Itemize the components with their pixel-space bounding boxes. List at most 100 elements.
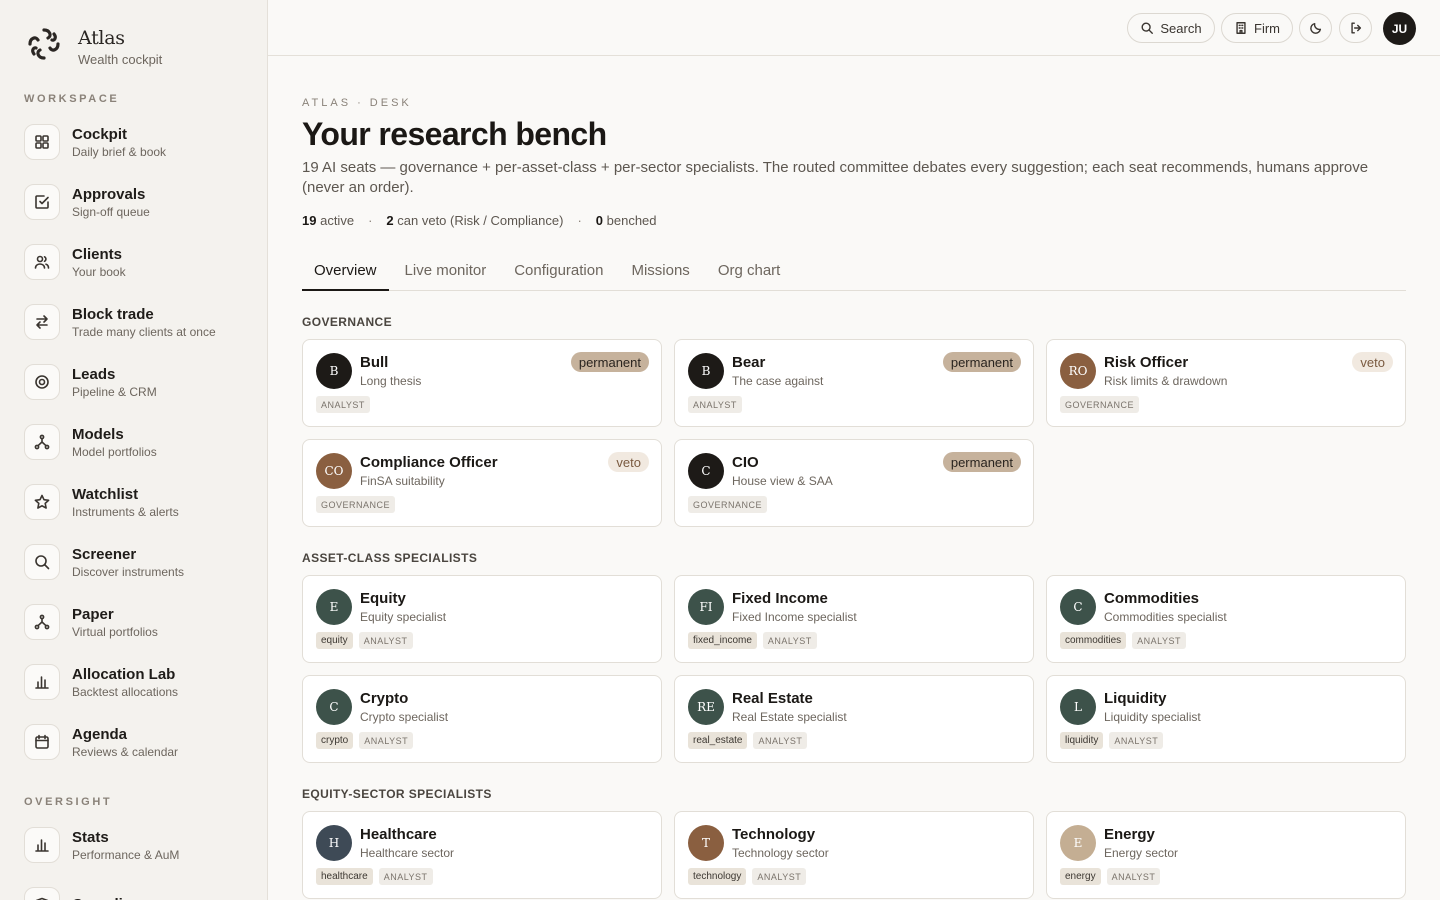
asset-class-tag: real_estate [688,732,748,749]
sidebar-item-screener[interactable]: Screener Discover instruments [24,538,254,586]
seat-avatar: E [1060,825,1096,861]
sidebar-item-leads[interactable]: Leads Pipeline & CRM [24,358,254,406]
sidebar-item-title: Screener [72,545,137,563]
sidebar-item-subtitle: Backtest allocations [72,684,179,699]
star-icon [24,484,60,520]
sidebar-item-subtitle: Reviews & calendar [72,744,179,759]
asset-class-tag: technology [688,868,747,885]
seat-tags: GOVERNANCE [1060,396,1145,413]
seat-avatar: C [316,689,352,725]
role-tag: ANALYST [1106,868,1161,885]
seat-avatar: E [316,589,352,625]
seat-description: Liquidity specialist [1104,710,1201,724]
seat-card-bear[interactable]: B Bear The case against permanent ANALYST [674,339,1034,427]
seat-tags: GOVERNANCE [316,496,401,513]
active-count: 19 [302,213,317,228]
seat-card-healthcare[interactable]: H Healthcare Healthcare sector healthcare AN… [302,811,662,899]
brand[interactable]: Atlas Wealth cockpit [26,26,162,67]
firm-button[interactable]: Firm [1221,13,1293,43]
seat-description: Real Estate specialist [732,710,847,724]
seat-card-crypto[interactable]: C Crypto Crypto specialist crypto ANALYST [302,675,662,763]
tab-live-monitor[interactable]: Live monitor [393,252,499,291]
seat-tags: liquidity ANALYST [1060,732,1169,749]
sidebar-item-subtitle: Pipeline & CRM [72,384,157,399]
sidebar: Atlas Wealth cockpit WORKSPACE Cockpit Da… [0,0,268,900]
group-label-asset-class-specialists: ASSET-CLASS SPECIALISTS [302,551,478,565]
seat-description: Equity specialist [360,610,447,624]
seat-tags: technology ANALYST [688,868,812,885]
role-tag: ANALYST [378,868,433,885]
seat-description: Healthcare sector [360,846,455,860]
seat-card-cio[interactable]: C CIO House view & SAA permanent GOVERNANCE [674,439,1034,527]
seat-description: Crypto specialist [360,710,449,724]
role-tag: ANALYST [1109,732,1164,749]
sidebar-item-compliance[interactable]: Compliance [24,881,254,900]
seat-avatar: C [1060,589,1096,625]
sidebar-item-clients[interactable]: Clients Your book [24,238,254,286]
seat-card-technology[interactable]: T Technology Technology sector technology AN… [674,811,1034,899]
sidebar-item-title: Clients [72,245,123,263]
sidebar-item-agenda[interactable]: Agenda Reviews & calendar [24,718,254,766]
seat-card-risk-officer[interactable]: RO Risk Officer Risk limits & drawdown veto… [1046,339,1406,427]
tab-overview[interactable]: Overview [302,252,389,291]
seat-name: Technology [732,826,816,843]
search-button[interactable]: Search [1127,13,1215,43]
seat-avatar: RO [1060,353,1096,389]
sidebar-item-title: Leads [72,365,116,383]
sidebar-item-paper[interactable]: Paper Virtual portfolios [24,598,254,646]
sidebar-item-watchlist[interactable]: Watchlist Instruments & alerts [24,478,254,526]
seat-description: Energy sector [1104,846,1179,860]
sidebar-item-allocation-lab[interactable]: Allocation Lab Backtest allocations [24,658,254,706]
seat-name: Real Estate [732,690,813,707]
seat-description: FinSA suitability [360,474,445,488]
shield-icon [24,887,60,900]
tab-configuration[interactable]: Configuration [502,252,615,291]
theme-toggle-button[interactable] [1299,13,1332,43]
sidebar-item-block-trade[interactable]: Block trade Trade many clients at once [24,298,254,346]
seat-name: Bear [732,354,766,371]
calendar-icon [24,724,60,760]
seat-description: Fixed Income specialist [732,610,857,624]
seat-tags: GOVERNANCE [688,496,773,513]
sidebar-item-approvals[interactable]: Approvals Sign-off queue [24,178,254,226]
seat-card-equity[interactable]: E Equity Equity specialist equity ANALYST [302,575,662,663]
seat-card-real-estate[interactable]: RE Real Estate Real Estate specialist real_… [674,675,1034,763]
oversight-section-label: OVERSIGHT [24,796,113,808]
user-avatar[interactable]: JU [1383,12,1416,45]
sidebar-item-title: Block trade [72,305,154,323]
asset-class-tag: fixed_income [688,632,757,649]
seat-card-fixed-income[interactable]: FI Fixed Income Fixed Income specialist fix… [674,575,1034,663]
sidebar-item-subtitle: Virtual portfolios [72,624,158,639]
seat-card-liquidity[interactable]: L Liquidity Liquidity specialist liquidity A… [1046,675,1406,763]
sidebar-item-subtitle: Sign-off queue [72,204,150,219]
seat-name: Compliance Officer [360,454,498,471]
role-tag: ANALYST [358,632,413,649]
tab-missions[interactable]: Missions [619,252,701,291]
seat-tags: fixed_income ANALYST [688,632,823,649]
sidebar-item-subtitle: Performance & AuM [72,847,180,862]
seat-card-bull[interactable]: B Bull Long thesis permanent ANALYST [302,339,662,427]
atlas-logo-icon [28,28,60,60]
seat-name: Commodities [1104,590,1200,607]
seat-tags: energy ANALYST [1060,868,1166,885]
search-label: Search [1160,20,1202,36]
veto-badge: veto [608,452,649,472]
seat-card-commodities[interactable]: C Commodities Commodities specialist commod… [1046,575,1406,663]
benched-label: benched [606,213,657,228]
target-icon [24,364,60,400]
logout-button[interactable] [1339,13,1372,43]
role-tag: GOVERNANCE [688,496,768,513]
seat-description: Risk limits & drawdown [1104,374,1228,388]
sidebar-item-title: Watchlist [72,485,139,503]
role-tag: ANALYST [316,396,370,413]
sidebar-item-models[interactable]: Models Model portfolios [24,418,254,466]
sidebar-item-title: Allocation Lab [72,665,176,683]
brand-subtitle: Wealth cockpit [78,52,163,67]
seat-avatar: T [688,825,724,861]
seat-card-compliance-officer[interactable]: CO Compliance Officer FinSA suitability vet… [302,439,662,527]
sidebar-item-stats[interactable]: Stats Performance & AuM [24,821,254,869]
tab-org-chart[interactable]: Org chart [706,252,793,291]
sidebar-item-subtitle: Model portfolios [72,444,157,459]
sidebar-item-cockpit[interactable]: Cockpit Daily brief & book [24,118,254,166]
seat-card-energy[interactable]: E Energy Energy sector energy ANALYST [1046,811,1406,899]
